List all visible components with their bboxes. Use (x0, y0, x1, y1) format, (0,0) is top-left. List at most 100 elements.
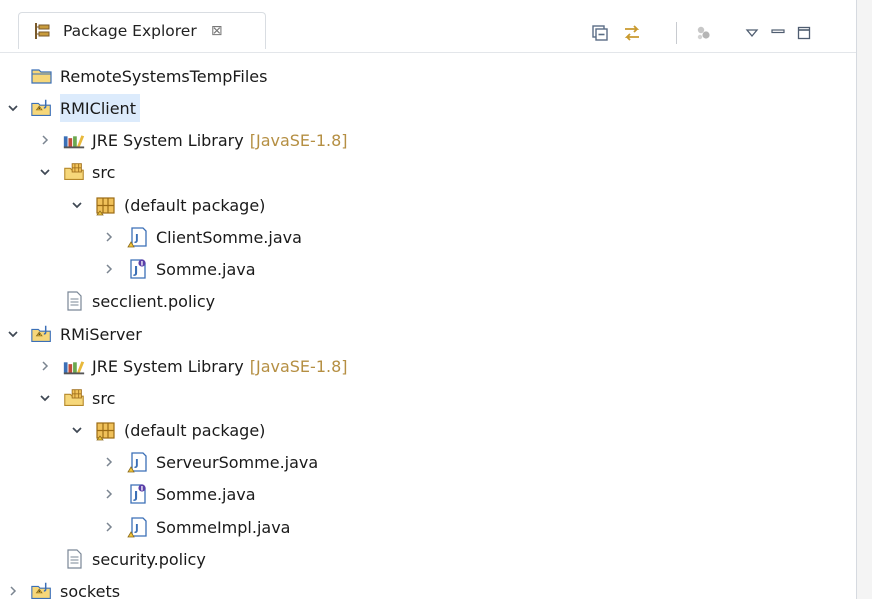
tree-item-label-wrap: JRE System Library [JavaSE-1.8] (92, 126, 352, 154)
tree-item[interactable]: secclient.policy (0, 286, 856, 316)
svg-text:J: J (134, 458, 139, 469)
java-project-icon (30, 323, 54, 345)
minimize-icon[interactable] (766, 21, 790, 45)
tree-item-label: (default package) (124, 420, 266, 440)
java-class-file-icon: J (126, 451, 150, 473)
tree-item-label-wrap: Somme.java (156, 480, 260, 508)
adjacent-pane-edge (857, 0, 872, 599)
source-folder-icon (62, 387, 86, 409)
tree-item-label: src (92, 388, 116, 408)
folder-project-icon (30, 65, 54, 87)
svg-text:J: J (133, 489, 138, 502)
tree-item-label-wrap: src (92, 158, 119, 186)
tree-item-label: RMiServer (60, 324, 142, 344)
chevron-right-icon[interactable] (38, 133, 52, 147)
chevron-right-icon[interactable] (102, 262, 116, 276)
tree-item-label-wrap: (default package) (124, 191, 269, 219)
chevron-right-icon[interactable] (102, 520, 116, 534)
package-explorer-view: Package Explorer ⊠ RemoteSystemsTempFile… (0, 0, 857, 601)
tree-item-label-wrap: ClientSomme.java (156, 223, 306, 251)
tree-item[interactable]: security.policy (0, 544, 856, 574)
java-interface-file-icon: J I (126, 483, 150, 505)
tree-item-label-wrap: JRE System Library [JavaSE-1.8] (92, 352, 352, 380)
svg-text:J: J (134, 523, 139, 534)
chevron-right-icon[interactable] (38, 359, 52, 373)
tree-item-label-wrap: ServeurSomme.java (156, 448, 322, 476)
tree-item[interactable]: J I Somme.java (0, 254, 856, 284)
tree-item-label-wrap: secclient.policy (92, 287, 219, 315)
source-folder-icon (62, 161, 86, 183)
tree-item[interactable]: src (0, 157, 856, 187)
tree-item-label: ServeurSomme.java (156, 452, 319, 472)
library-icon (62, 355, 86, 377)
tree-item-decoration: [JavaSE-1.8] (249, 130, 348, 150)
tree-item[interactable]: J ClientSomme.java (0, 222, 856, 252)
link-with-editor-icon[interactable] (620, 21, 644, 45)
tree-item-label-wrap: security.policy (92, 545, 210, 573)
java-project-icon (30, 97, 54, 119)
view-menu-icon[interactable] (740, 21, 764, 45)
tab-package-explorer[interactable]: Package Explorer ⊠ (18, 12, 266, 49)
tree-item-label: security.policy (92, 549, 206, 569)
tree-item-label: JRE System Library (92, 130, 244, 150)
java-interface-file-icon: J I (126, 258, 150, 280)
package-icon (94, 419, 118, 441)
svg-text:I: I (141, 260, 143, 268)
tree-item[interactable]: RemoteSystemsTempFiles (0, 61, 856, 91)
tree-item[interactable]: (default package) (0, 190, 856, 220)
tree-item-decoration: [JavaSE-1.8] (249, 356, 348, 376)
svg-text:J: J (134, 233, 139, 244)
tree-item[interactable]: J I Somme.java (0, 479, 856, 509)
tab-title: Package Explorer (63, 22, 197, 40)
collapse-all-icon[interactable] (588, 21, 612, 45)
view-toolbar (580, 19, 850, 47)
tree-item-label: src (92, 162, 116, 182)
focus-on-active-task-icon[interactable] (692, 21, 716, 45)
chevron-right-icon[interactable] (6, 584, 20, 598)
tree-item[interactable]: src (0, 383, 856, 413)
library-icon (62, 129, 86, 151)
tree-item[interactable]: J SommeImpl.java (0, 512, 856, 542)
tree-item[interactable]: sockets (0, 576, 856, 606)
svg-text:J: J (133, 264, 138, 277)
tree-item[interactable]: JRE System Library [JavaSE-1.8] (0, 351, 856, 381)
tree-item-label: sockets (60, 581, 121, 601)
chevron-down-icon[interactable] (6, 101, 20, 115)
tree-item-label-wrap: sockets (60, 577, 124, 605)
tree-item[interactable]: RMIClient (0, 93, 856, 123)
tree-item-label: RemoteSystemsTempFiles (60, 66, 268, 86)
tree-item[interactable]: JRE System Library [JavaSE-1.8] (0, 125, 856, 155)
text-file-icon (62, 548, 86, 570)
package-icon (94, 194, 118, 216)
package-explorer-icon (33, 21, 53, 41)
chevron-right-icon[interactable] (102, 487, 116, 501)
tree-item[interactable]: (default package) (0, 415, 856, 445)
tree-item[interactable]: RMiServer (0, 319, 856, 349)
chevron-down-icon[interactable] (6, 327, 20, 341)
chevron-down-icon[interactable] (38, 165, 52, 179)
close-icon[interactable]: ⊠ (209, 23, 225, 39)
tree-item-label: Somme.java (156, 259, 256, 279)
chevron-down-icon[interactable] (70, 198, 84, 212)
tree-item-label-wrap: Somme.java (156, 255, 260, 283)
java-class-file-icon: J (126, 226, 150, 248)
chevron-down-icon[interactable] (38, 391, 52, 405)
chevron-right-icon[interactable] (102, 230, 116, 244)
toolbar-separator (676, 22, 677, 44)
tree-item-label-wrap: RemoteSystemsTempFiles (60, 62, 271, 90)
tree-item-label: secclient.policy (92, 291, 216, 311)
tree-item-label: (default package) (124, 195, 266, 215)
tree-item[interactable]: J ServeurSomme.java (0, 447, 856, 477)
java-class-file-icon: J (126, 516, 150, 538)
tree-item-label-wrap: RMiServer (60, 320, 146, 348)
tree-item-label-wrap: RMIClient (60, 94, 140, 122)
chevron-down-icon[interactable] (70, 423, 84, 437)
tree-item-label: SommeImpl.java (156, 517, 291, 537)
text-file-icon (62, 290, 86, 312)
tree-item-label: JRE System Library (92, 356, 244, 376)
tree-item-label-wrap: src (92, 384, 119, 412)
chevron-right-icon[interactable] (102, 455, 116, 469)
tree-item-label: Somme.java (156, 484, 256, 504)
tree-item-label-wrap: SommeImpl.java (156, 513, 294, 541)
maximize-icon[interactable] (792, 21, 816, 45)
